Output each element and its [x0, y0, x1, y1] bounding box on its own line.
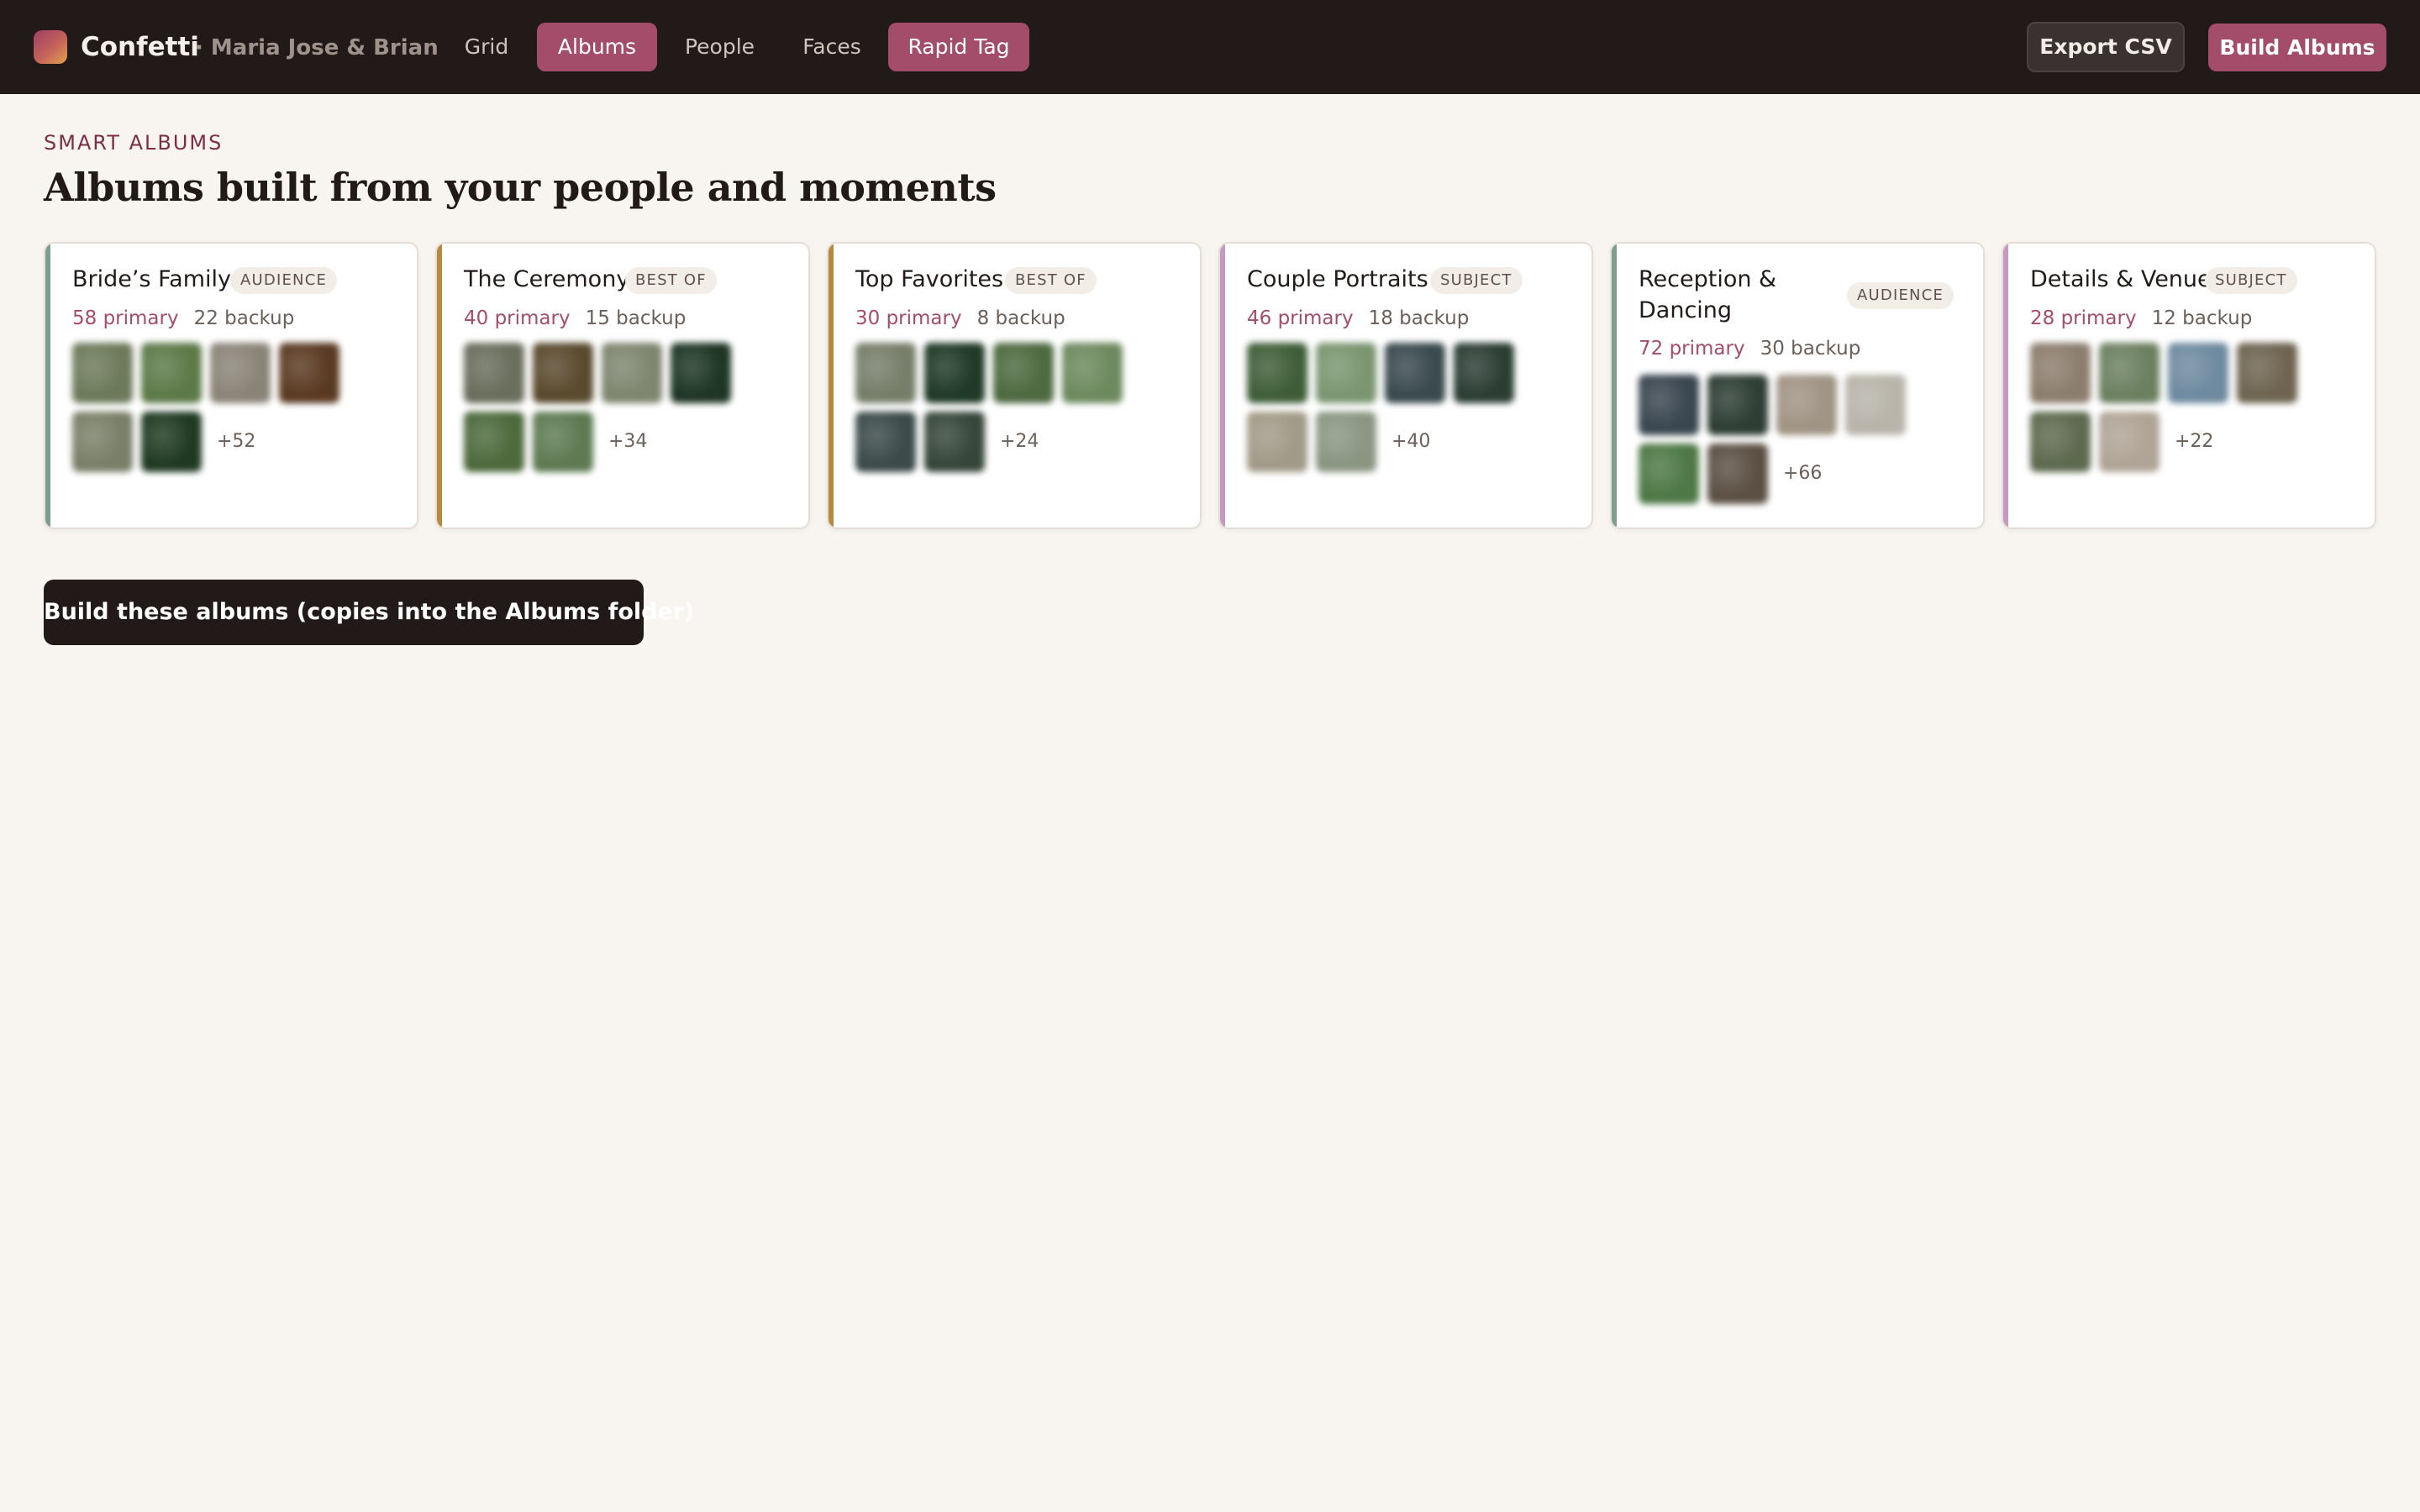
photo-thumbnail[interactable] [1639, 375, 1699, 435]
photo-thumbnail[interactable] [1316, 343, 1376, 403]
photo-thumbnail[interactable] [1247, 412, 1307, 472]
album-type-badge: SUBJECT [1430, 267, 1523, 294]
app-name: Confetti [81, 32, 199, 62]
photo-thumbnail[interactable] [2099, 412, 2160, 472]
album-type-badge: SUBJECT [2205, 267, 2297, 294]
album-stats: 40 primary 15 backup [464, 307, 686, 329]
primary-count: 72 primary [1639, 338, 1745, 360]
more-photos-count: +66 [1783, 463, 1823, 484]
album-card[interactable]: Top Favorites BEST OF 30 primary 8 backup +2… [827, 242, 1202, 529]
photo-thumbnail[interactable] [72, 412, 133, 472]
album-accent-bar [2003, 244, 2008, 528]
album-accent-bar [1612, 244, 1617, 528]
backup-count: 22 backup [193, 307, 295, 329]
album-accent-bar [45, 244, 50, 528]
photo-thumbnail[interactable] [1385, 343, 1445, 403]
album-accent-bar [829, 244, 834, 528]
nav-grid[interactable]: Grid [450, 23, 523, 71]
nav-faces[interactable]: Faces [790, 23, 874, 71]
photo-thumbnail[interactable] [1247, 343, 1307, 403]
album-type-badge: AUDIENCE [1847, 282, 1954, 309]
album-card[interactable]: Bride’s Family AUDIENCE 58 primary 22 backu… [44, 242, 418, 529]
photo-thumbnail[interactable] [1845, 375, 1906, 435]
backup-count: 15 backup [585, 307, 687, 329]
photo-thumbnail[interactable] [1316, 412, 1376, 472]
photo-thumbnail[interactable] [1776, 375, 1837, 435]
project-name: · Maria Jose & Brian [195, 35, 439, 60]
photo-thumbnail[interactable] [924, 343, 985, 403]
page-title: Albums built from your people and moment… [44, 165, 997, 210]
album-card[interactable]: Couple Portraits SUBJECT 46 primary 18 back… [1218, 242, 1593, 529]
photo-thumbnail[interactable] [1639, 444, 1699, 504]
more-photos-count: +22 [2175, 431, 2214, 452]
more-photos-count: +24 [1000, 431, 1039, 452]
photo-thumbnail[interactable] [1062, 343, 1123, 403]
backup-count: 18 backup [1368, 307, 1470, 329]
more-photos-count: +52 [217, 431, 256, 452]
photo-thumbnail[interactable] [2237, 343, 2297, 403]
build-albums-button[interactable]: Build Albums [2208, 24, 2386, 71]
photo-thumbnail[interactable] [2030, 412, 2091, 472]
photo-thumbnail[interactable] [1707, 375, 1768, 435]
primary-count: 40 primary [464, 307, 571, 329]
photo-thumbnail[interactable] [141, 343, 202, 403]
more-photos-count: +40 [1392, 431, 1431, 452]
photo-thumbnail[interactable] [279, 343, 339, 403]
nav-rapid-tag[interactable]: Rapid Tag [888, 23, 1029, 71]
photo-thumbnail[interactable] [1454, 343, 1514, 403]
more-photos-count: +34 [608, 431, 648, 452]
photo-thumbnail[interactable] [2030, 343, 2091, 403]
top-bar: Confetti · Maria Jose & Brian Grid Album… [0, 0, 2420, 94]
photo-thumbnail[interactable] [855, 343, 916, 403]
photo-thumbnail[interactable] [855, 412, 916, 472]
photo-thumbnail[interactable] [210, 343, 271, 403]
album-stats: 46 primary 18 backup [1247, 307, 1469, 329]
photo-thumbnail[interactable] [993, 343, 1054, 403]
primary-count: 58 primary [72, 307, 179, 329]
backup-count: 8 backup [976, 307, 1065, 329]
album-stats: 28 primary 12 backup [2030, 307, 2252, 329]
album-stats: 72 primary 30 backup [1639, 338, 1860, 360]
nav-people[interactable]: People [672, 23, 767, 71]
photo-thumbnail[interactable] [533, 343, 593, 403]
backup-count: 12 backup [2151, 307, 2253, 329]
photo-thumbnail[interactable] [2168, 343, 2228, 403]
photo-thumbnail[interactable] [533, 412, 593, 472]
album-card[interactable]: Details & Venue SUBJECT 28 primary 12 backu… [2002, 242, 2376, 529]
photo-thumbnail[interactable] [602, 343, 662, 403]
photo-thumbnail[interactable] [464, 343, 524, 403]
export-csv-button[interactable]: Export CSV [2027, 22, 2185, 72]
primary-count: 28 primary [2030, 307, 2137, 329]
album-type-badge: AUDIENCE [230, 267, 338, 294]
backup-count: 30 backup [1760, 338, 1861, 360]
section-eyebrow: SMART ALBUMS [44, 131, 224, 155]
album-card[interactable]: Reception & Dancing AUDIENCE 72 primary 30 … [1610, 242, 1985, 529]
build-these-albums-button[interactable]: Build these albums (copies into the Albu… [44, 580, 694, 645]
photo-thumbnail[interactable] [2099, 343, 2160, 403]
album-type-badge: BEST OF [625, 267, 717, 294]
album-title: Reception & Dancing [1639, 266, 1777, 323]
photo-thumbnail[interactable] [1707, 444, 1768, 504]
photo-thumbnail[interactable] [924, 412, 985, 472]
confetti-logo-icon [34, 30, 67, 64]
primary-count: 30 primary [855, 307, 962, 329]
album-card[interactable]: The Ceremony BEST OF 40 primary 15 backup +3… [435, 242, 810, 529]
nav-albums[interactable]: Albums [537, 23, 657, 71]
photo-thumbnail[interactable] [671, 343, 731, 403]
photo-thumbnail[interactable] [464, 412, 524, 472]
album-accent-bar [1220, 244, 1225, 528]
photo-thumbnail[interactable] [72, 343, 133, 403]
album-type-badge: BEST OF [1005, 267, 1097, 294]
album-stats: 58 primary 22 backup [72, 307, 294, 329]
album-stats: 30 primary 8 backup [855, 307, 1065, 329]
photo-thumbnail[interactable] [141, 412, 202, 472]
primary-count: 46 primary [1247, 307, 1354, 329]
album-accent-bar [437, 244, 442, 528]
